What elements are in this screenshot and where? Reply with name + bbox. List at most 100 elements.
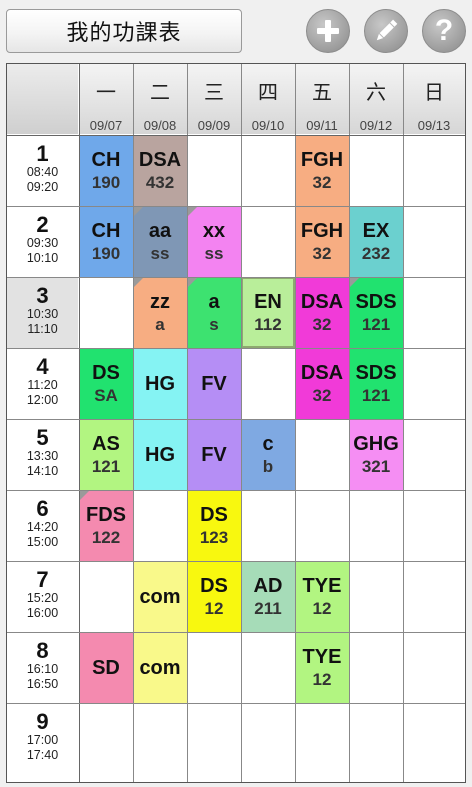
day-header[interactable]: 一 09/07 xyxy=(79,64,133,134)
class-room: 321 xyxy=(361,457,391,476)
class-cell[interactable]: SD xyxy=(79,632,133,703)
period-number: 4 xyxy=(36,354,49,379)
empty-slot[interactable] xyxy=(295,490,349,561)
class-cell[interactable]: GHG 321 xyxy=(349,419,403,490)
period-start-time: 13:30 xyxy=(26,449,59,463)
class-cell[interactable]: CH 190 xyxy=(79,206,133,277)
empty-slot[interactable] xyxy=(241,206,295,277)
period-cell[interactable]: 4 11:20 12:00 xyxy=(7,348,78,419)
empty-slot[interactable] xyxy=(79,277,133,348)
period-cell[interactable]: 1 08:40 09:20 xyxy=(7,135,78,206)
empty-slot[interactable] xyxy=(187,632,241,703)
period-cell[interactable]: 3 10:30 11:10 xyxy=(7,277,78,348)
class-room: 32 xyxy=(312,315,332,334)
day-header[interactable]: 二 09/08 xyxy=(133,64,187,134)
class-name: TYE xyxy=(302,646,342,668)
class-cell[interactable]: HG xyxy=(133,419,187,490)
class-cell[interactable]: HG xyxy=(133,348,187,419)
empty-slot[interactable] xyxy=(79,703,133,782)
class-cell[interactable]: FV xyxy=(187,419,241,490)
class-cell[interactable]: FDS 122 xyxy=(79,490,133,561)
day-header[interactable]: 五 09/11 xyxy=(295,64,349,134)
period-cell[interactable]: 7 15:20 16:00 xyxy=(7,561,78,632)
class-cell[interactable]: FV xyxy=(187,348,241,419)
empty-slot[interactable] xyxy=(403,277,465,348)
empty-slot[interactable] xyxy=(241,703,295,782)
day-header[interactable]: 四 09/10 xyxy=(241,64,295,134)
empty-slot[interactable] xyxy=(79,561,133,632)
period-cell[interactable]: 9 17:00 17:40 xyxy=(7,703,78,782)
period-cell[interactable]: 5 13:30 14:10 xyxy=(7,419,78,490)
empty-slot[interactable] xyxy=(403,703,465,782)
class-cell[interactable]: zz a xyxy=(133,277,187,348)
class-cell[interactable]: as xyxy=(187,277,241,348)
empty-slot[interactable] xyxy=(403,632,465,703)
period-cell[interactable]: 6 14:20 15:00 xyxy=(7,490,78,561)
class-room: 232 xyxy=(361,244,391,263)
empty-slot[interactable] xyxy=(349,703,403,782)
class-cell[interactable]: DSA 32 xyxy=(295,277,349,348)
empty-slot[interactable] xyxy=(403,490,465,561)
class-cell[interactable]: xx ss xyxy=(187,206,241,277)
class-cell[interactable]: DS SA xyxy=(79,348,133,419)
period-cell[interactable]: 2 09:30 10:10 xyxy=(7,206,78,277)
class-cell[interactable]: FGH 32 xyxy=(295,135,349,206)
empty-slot[interactable] xyxy=(241,348,295,419)
period-number: 1 xyxy=(36,141,49,166)
edit-button[interactable] xyxy=(364,9,408,53)
class-cell[interactable]: cb xyxy=(241,419,295,490)
class-cell[interactable]: com xyxy=(133,561,187,632)
period-cell[interactable]: 8 16:10 16:50 xyxy=(7,632,78,703)
day-header[interactable]: 日 09/13 xyxy=(403,64,465,134)
empty-slot[interactable] xyxy=(241,632,295,703)
empty-slot[interactable] xyxy=(295,703,349,782)
help-button[interactable]: ? xyxy=(422,9,466,53)
class-room: 211 xyxy=(254,599,282,618)
day-header[interactable]: 三 09/09 xyxy=(187,64,241,134)
empty-slot[interactable] xyxy=(133,490,187,561)
empty-slot[interactable] xyxy=(349,561,403,632)
class-name: TYE xyxy=(302,575,342,597)
day-header[interactable]: 六 09/12 xyxy=(349,64,403,134)
period-end-time: 10:10 xyxy=(26,251,59,265)
class-cell[interactable]: TYE 12 xyxy=(295,561,349,632)
class-cell[interactable]: DSA 32 xyxy=(295,348,349,419)
class-cell[interactable]: TYE 12 xyxy=(295,632,349,703)
empty-slot[interactable] xyxy=(295,419,349,490)
empty-slot[interactable] xyxy=(187,703,241,782)
empty-slot[interactable] xyxy=(187,135,241,206)
class-cell[interactable]: EN 112 xyxy=(241,277,295,348)
empty-slot[interactable] xyxy=(241,490,295,561)
class-cell[interactable]: DS 123 xyxy=(187,490,241,561)
class-room: s xyxy=(209,315,219,334)
add-button[interactable] xyxy=(306,9,350,53)
class-cell[interactable]: EX 232 xyxy=(349,206,403,277)
class-cell[interactable]: DS 12 xyxy=(187,561,241,632)
class-cell[interactable]: AD 211 xyxy=(241,561,295,632)
class-room: ss xyxy=(204,244,224,263)
class-name: FV xyxy=(201,443,227,466)
timetable-title-button[interactable]: 我的功課表 xyxy=(6,9,242,53)
period-start-time: 09:30 xyxy=(26,236,59,250)
note-flag-icon xyxy=(133,206,144,217)
class-room: 32 xyxy=(312,173,332,192)
class-cell[interactable]: aa ss xyxy=(133,206,187,277)
class-cell[interactable]: DSA 432 xyxy=(133,135,187,206)
empty-slot[interactable] xyxy=(349,490,403,561)
empty-slot[interactable] xyxy=(403,561,465,632)
empty-slot[interactable] xyxy=(349,632,403,703)
class-cell[interactable]: CH 190 xyxy=(79,135,133,206)
empty-slot[interactable] xyxy=(403,135,465,206)
empty-slot[interactable] xyxy=(133,703,187,782)
empty-slot[interactable] xyxy=(403,419,465,490)
class-room: b xyxy=(262,457,274,476)
empty-slot[interactable] xyxy=(241,135,295,206)
empty-slot[interactable] xyxy=(403,348,465,419)
class-cell[interactable]: com xyxy=(133,632,187,703)
empty-slot[interactable] xyxy=(403,206,465,277)
empty-slot[interactable] xyxy=(349,135,403,206)
class-cell[interactable]: AS 121 xyxy=(79,419,133,490)
class-cell[interactable]: SDS 121 xyxy=(349,348,403,419)
class-cell[interactable]: SDS 121 xyxy=(349,277,403,348)
class-cell[interactable]: FGH 32 xyxy=(295,206,349,277)
